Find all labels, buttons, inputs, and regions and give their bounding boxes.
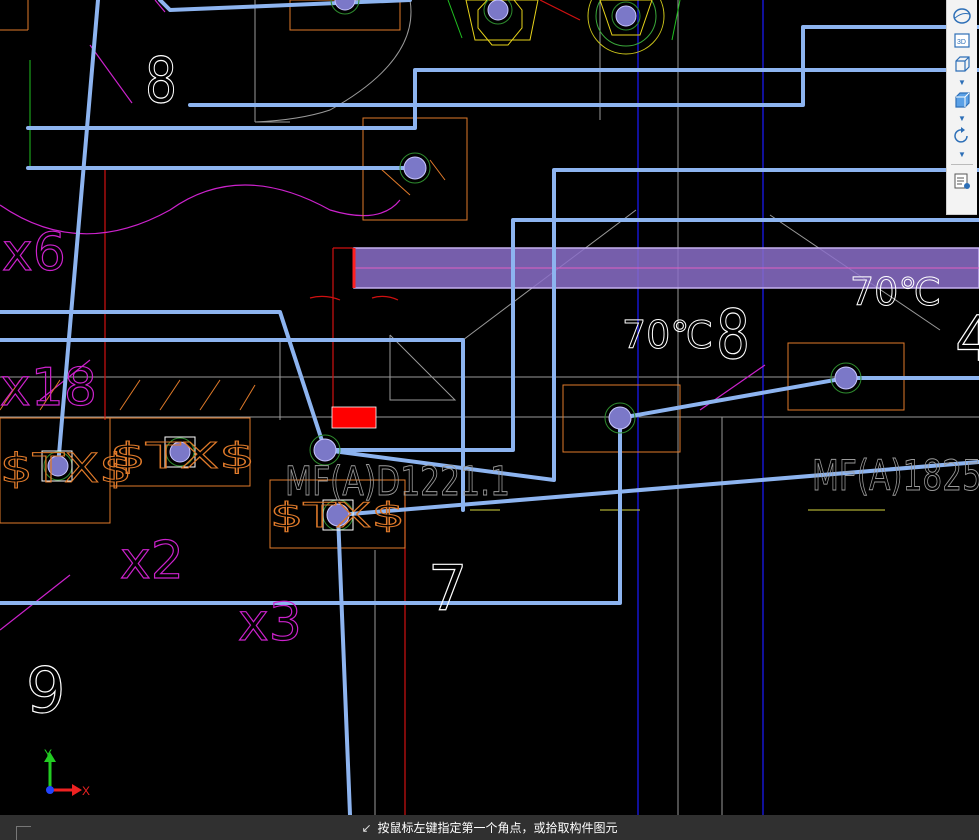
3d-view-icon[interactable]: 3D [949, 28, 975, 52]
label-x18: x18 [0, 358, 97, 418]
pipe-down [336, 513, 352, 815]
label-8-top: 8 [145, 44, 177, 117]
drawing-labels: 8 x6 x18 70℃ 8 70℃ 4 MF(A)D1221.1 MF(A)1… [0, 43, 979, 727]
green-lines [29, 0, 681, 168]
label-mf-a-1825: MF(A)1825 [812, 451, 979, 500]
viewport-corner-mark [16, 826, 31, 840]
pipe-node[interactable] [830, 362, 862, 394]
grid-axis-lines [637, 0, 764, 815]
pipe-node[interactable] [399, 152, 431, 184]
label-4: 4 [955, 302, 979, 375]
properties-list-icon[interactable] [949, 169, 975, 193]
pipe-top-run [158, 0, 412, 12]
ucs-axis-indicator: Y X [44, 747, 90, 798]
label-8-right: 8 [716, 296, 750, 375]
label-tx-mid: $TX$ [110, 436, 255, 477]
label-x3: x3 [238, 593, 302, 653]
view-toolbar: 3D ▼ ▼ ▼ [946, 0, 977, 215]
structure-lines [0, 0, 979, 815]
status-bar: ↙ 按鼠标左键指定第一个角点，或拾取构件图元 [0, 815, 979, 840]
rotate-icon[interactable] [949, 124, 975, 148]
cad-drawing-canvas[interactable]: 8 x6 x18 70℃ 8 70℃ 4 MF(A)D1221.1 MF(A)1… [0, 0, 979, 815]
toolbar-divider [951, 164, 973, 165]
pipe-node[interactable] [330, 0, 360, 15]
label-7: 7 [428, 552, 467, 625]
svg-text:3D: 3D [957, 39, 966, 46]
pipe-run-a [188, 25, 979, 107]
label-x6: x6 [2, 223, 66, 283]
corner-pick-icon: ↙ [361, 820, 372, 835]
label-70c-left: 70℃ [622, 313, 713, 357]
status-message: 按鼠标左键指定第一个角点，或拾取构件图元 [377, 821, 618, 835]
label-tx-low: $TX$ [270, 496, 405, 536]
pipe-node[interactable] [604, 402, 636, 434]
pipe-node[interactable] [611, 1, 641, 31]
box-solid-icon[interactable] [949, 88, 975, 112]
selected-component[interactable] [331, 406, 377, 429]
cad-viewport[interactable]: 8 x6 x18 70℃ 8 70℃ 4 MF(A)D1221.1 MF(A)1… [0, 0, 979, 840]
chevron-down-icon[interactable]: ▼ [949, 148, 975, 160]
sphere-view-icon[interactable] [949, 4, 975, 28]
chevron-down-icon[interactable]: ▼ [949, 76, 975, 88]
pipe-run-d [0, 168, 979, 482]
box-wireframe-icon[interactable] [949, 52, 975, 76]
axis-x-label: X [82, 784, 90, 798]
label-9: 9 [26, 654, 65, 727]
label-x2: x2 [120, 531, 184, 591]
chevron-down-icon[interactable]: ▼ [949, 112, 975, 124]
pipe-network[interactable] [0, 0, 979, 815]
pipe-node[interactable] [483, 0, 513, 25]
axis-y-label: Y [44, 747, 52, 761]
label-70c-right: 70℃ [850, 270, 941, 314]
